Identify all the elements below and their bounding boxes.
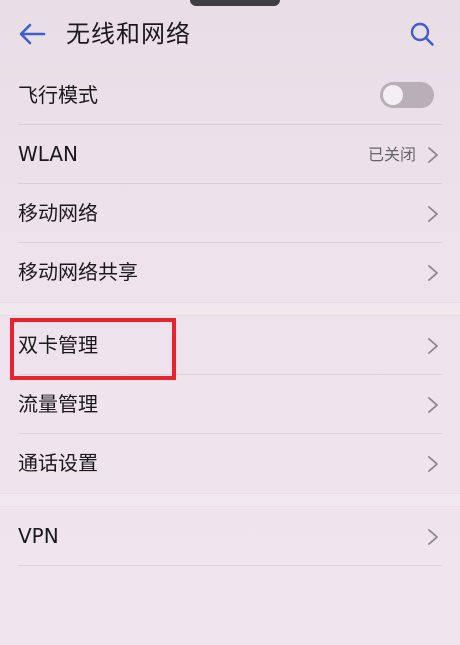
chevron-right-icon	[428, 397, 438, 413]
row-label: 双卡管理	[18, 333, 98, 357]
chevron-right-icon	[428, 456, 438, 472]
row-label: 移动网络共享	[18, 260, 138, 284]
airplane-mode-toggle[interactable]	[380, 82, 434, 108]
mobile-network-row[interactable]: 移动网络	[0, 184, 460, 243]
row-label: WLAN	[18, 142, 79, 166]
row-label: 移动网络	[18, 201, 98, 225]
row-divider	[18, 565, 442, 566]
data-usage-row[interactable]: 流量管理	[0, 375, 460, 434]
chevron-right-icon	[428, 147, 438, 163]
arrow-left-icon	[19, 23, 46, 45]
page-title: 无线和网络	[66, 20, 191, 48]
chevron-right-icon	[428, 206, 438, 222]
app-header: 无线和网络	[0, 0, 460, 66]
chevron-right-icon	[428, 529, 438, 545]
row-label: 飞行模式	[18, 83, 98, 107]
row-label: 通话设置	[18, 451, 98, 475]
wlan-status-value: 已关闭	[367, 145, 416, 164]
toggle-knob	[383, 85, 403, 105]
settings-screen: 无线和网络 飞行模式 WLAN 已关闭 移动网络 移动网络共享 双卡管理 流量管…	[0, 0, 460, 645]
search-icon	[410, 22, 434, 46]
airplane-mode-row[interactable]: 飞行模式	[0, 66, 460, 125]
wlan-row[interactable]: WLAN 已关闭	[0, 125, 460, 184]
chevron-right-icon	[428, 265, 438, 281]
vpn-row[interactable]: VPN	[0, 507, 460, 566]
dual-sim-row[interactable]: 双卡管理	[0, 316, 460, 375]
chevron-right-icon	[428, 338, 438, 354]
row-label: 流量管理	[18, 392, 98, 416]
settings-list: 飞行模式 WLAN 已关闭 移动网络 移动网络共享 双卡管理 流量管理 通话设置…	[0, 66, 460, 566]
call-settings-row[interactable]: 通话设置	[0, 434, 460, 493]
tethering-row[interactable]: 移动网络共享	[0, 243, 460, 302]
search-button[interactable]	[402, 14, 442, 54]
group-separator	[0, 302, 460, 316]
back-button[interactable]	[12, 14, 52, 54]
group-separator	[0, 493, 460, 507]
row-label: VPN	[18, 524, 59, 548]
